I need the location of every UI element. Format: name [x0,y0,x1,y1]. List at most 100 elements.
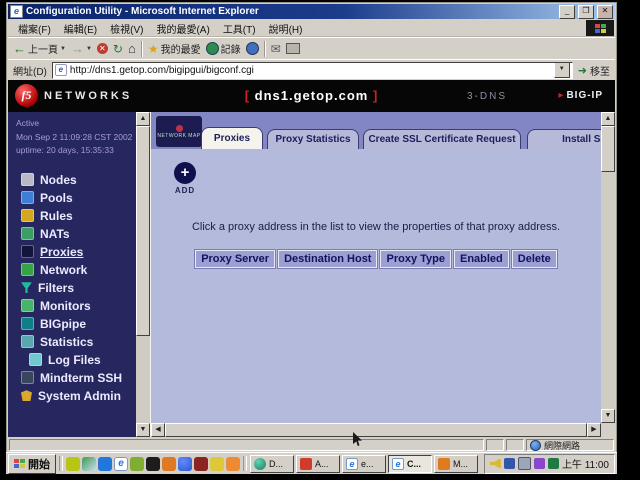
forward-icon: → [71,42,84,55]
sidebar-scroll-thumb[interactable] [136,126,150,336]
task-button-2[interactable]: A... [296,455,340,473]
sidebar-item-statistics[interactable]: Statistics [8,333,136,351]
sidebar-item-filters[interactable]: Filters [8,279,136,297]
volume-speaker-icon[interactable] [490,458,501,469]
scroll-down-icon[interactable]: ▼ [136,423,150,437]
add-plus-icon[interactable]: + [174,162,196,184]
home-icon: ⌂ [128,43,136,55]
monitors-icon [21,299,34,312]
ie-launch-icon[interactable]: e [114,457,128,471]
tab-create-ssl-certificate-request[interactable]: Create SSL Certificate Request [363,129,521,149]
console-icon[interactable] [146,457,160,471]
history-button[interactable]: 記錄 [206,41,241,56]
sidebar-item-proxies[interactable]: Proxies [8,243,136,261]
print-button[interactable] [286,43,300,54]
sidebar-item-log-files[interactable]: Log Files [8,351,136,369]
back-dropdown-icon[interactable]: ▼ [60,46,66,52]
content-horizontal-scrollbar[interactable]: ◀ ▶ [151,423,601,437]
content-scroll-right-icon[interactable]: ▶ [587,423,601,437]
task-button-5[interactable]: M... [434,455,478,473]
blue-sphere-icon[interactable] [178,457,192,471]
stop-button[interactable]: ✕ [97,43,108,54]
go-button[interactable]: ➜ 移至 [578,63,610,78]
close-button[interactable]: ✕ [597,5,613,19]
column-destination-host[interactable]: Destination Host [278,250,377,268]
menu-tools[interactable]: 工具(T) [217,20,262,37]
bracket-right: ] [373,88,378,103]
red-box-icon[interactable] [194,457,208,471]
task-button-2-label: A... [315,459,329,469]
start-button[interactable]: 開始 [8,454,56,474]
menu-file[interactable]: 檔案(F) [12,20,57,37]
moon-icon[interactable] [226,457,240,471]
content-vscroll-thumb[interactable] [601,126,615,172]
add-proxy-button[interactable]: + ADD [171,162,199,195]
media-button[interactable] [246,42,259,55]
task-button-3-label: e... [361,459,374,469]
scroll-up-icon[interactable]: ▲ [136,112,150,126]
column-proxy-server[interactable]: Proxy Server [195,250,275,268]
column-enabled[interactable]: Enabled [454,250,509,268]
display-icon[interactable] [518,457,531,470]
leaf-icon[interactable] [130,457,144,471]
sidebar-item-mindterm-ssh[interactable]: Mindterm SSH [8,369,136,387]
sidebar-item-nodes[interactable]: Nodes [8,171,136,189]
green-shell-icon[interactable] [548,458,559,469]
tab-proxy-statistics[interactable]: Proxy Statistics [267,129,359,149]
menu-favorites[interactable]: 我的最愛(A) [150,20,215,37]
menu-help[interactable]: 說明(H) [263,20,309,37]
tab-install-ssl-certificate[interactable]: Install SSL Certif [527,129,601,149]
favorites-button[interactable]: ★ 我的最愛 [148,41,201,56]
picture-icon[interactable] [82,457,96,471]
menu-edit[interactable]: 編輯(E) [58,20,103,37]
forward-dropdown-icon[interactable]: ▼ [86,46,92,52]
keys-icon[interactable] [210,457,224,471]
menu-view[interactable]: 檢視(V) [104,20,149,37]
nav-bigip[interactable]: ▸BIG-IP [558,90,603,101]
task-button-1[interactable]: D... [250,455,294,473]
sidebar-item-monitors[interactable]: Monitors [8,297,136,315]
nats-icon [21,227,34,240]
content-scroll-up-icon[interactable]: ▲ [601,112,615,126]
maximize-button[interactable]: ❐ [578,5,594,19]
content-hscroll-thumb[interactable] [165,423,587,437]
go-arrow-icon: ➜ [578,64,587,77]
content-scroll-left-icon[interactable]: ◀ [151,423,165,437]
sidebar-item-bigpipe[interactable]: BIGpipe [8,315,136,333]
task-button-3[interactable]: ee... [342,455,386,473]
network-map-person-icon [176,125,183,132]
task-button-4-active[interactable]: eC... [388,455,432,473]
pencil-icon[interactable] [162,457,176,471]
window-title: Configuration Utility - Microsoft Intern… [26,6,556,17]
purple-ball-icon[interactable] [534,458,545,469]
tab-proxies[interactable]: Proxies [201,127,263,149]
yellow-diamond-icon[interactable] [66,457,80,471]
system-status: Active Mon Sep 2 11:09:28 CST 2002 uptim… [16,117,136,158]
sidebar-item-system-admin[interactable]: System Admin [8,387,136,405]
content-scroll-down-icon[interactable]: ▼ [601,409,615,423]
column-proxy-type[interactable]: Proxy Type [380,250,451,268]
sidebar-item-network[interactable]: Network [8,261,136,279]
sidebar-item-rules[interactable]: Rules [8,207,136,225]
minimize-button[interactable]: _ [559,5,575,19]
sidebar-scrollbar[interactable]: ▲ ▼ [136,112,150,437]
refresh-button[interactable]: ↻ [113,43,123,55]
blue-swoosh-icon[interactable] [98,457,112,471]
home-button[interactable]: ⌂ [128,43,136,55]
back-label: 上一頁 [28,41,58,56]
back-button[interactable]: ← 上一頁 ▼ [13,41,66,56]
forward-button[interactable]: → ▼ [71,42,92,55]
address-dropdown-icon[interactable]: ▼ [554,62,570,78]
content-vertical-scrollbar[interactable]: ▲ ▼ [601,112,615,423]
column-delete[interactable]: Delete [512,250,557,268]
sidebar-item-pools[interactable]: Pools [8,189,136,207]
network-map-button[interactable]: NETWORK MAP [156,116,202,147]
network-map-label: NETWORK MAP [157,133,200,139]
sidebar-item-nats[interactable]: NATs [8,225,136,243]
address-input[interactable]: e http://dns1.getop.com/bigipgui/bigconf… [52,62,573,79]
nav-3dns[interactable]: 3-DNS [467,91,507,102]
windows-logo-throbber [586,20,614,36]
mail-button[interactable]: ✉ [271,43,281,55]
proxies-panel: + ADD Click a proxy address in the list … [151,149,601,423]
network-flag-icon[interactable] [504,458,515,469]
